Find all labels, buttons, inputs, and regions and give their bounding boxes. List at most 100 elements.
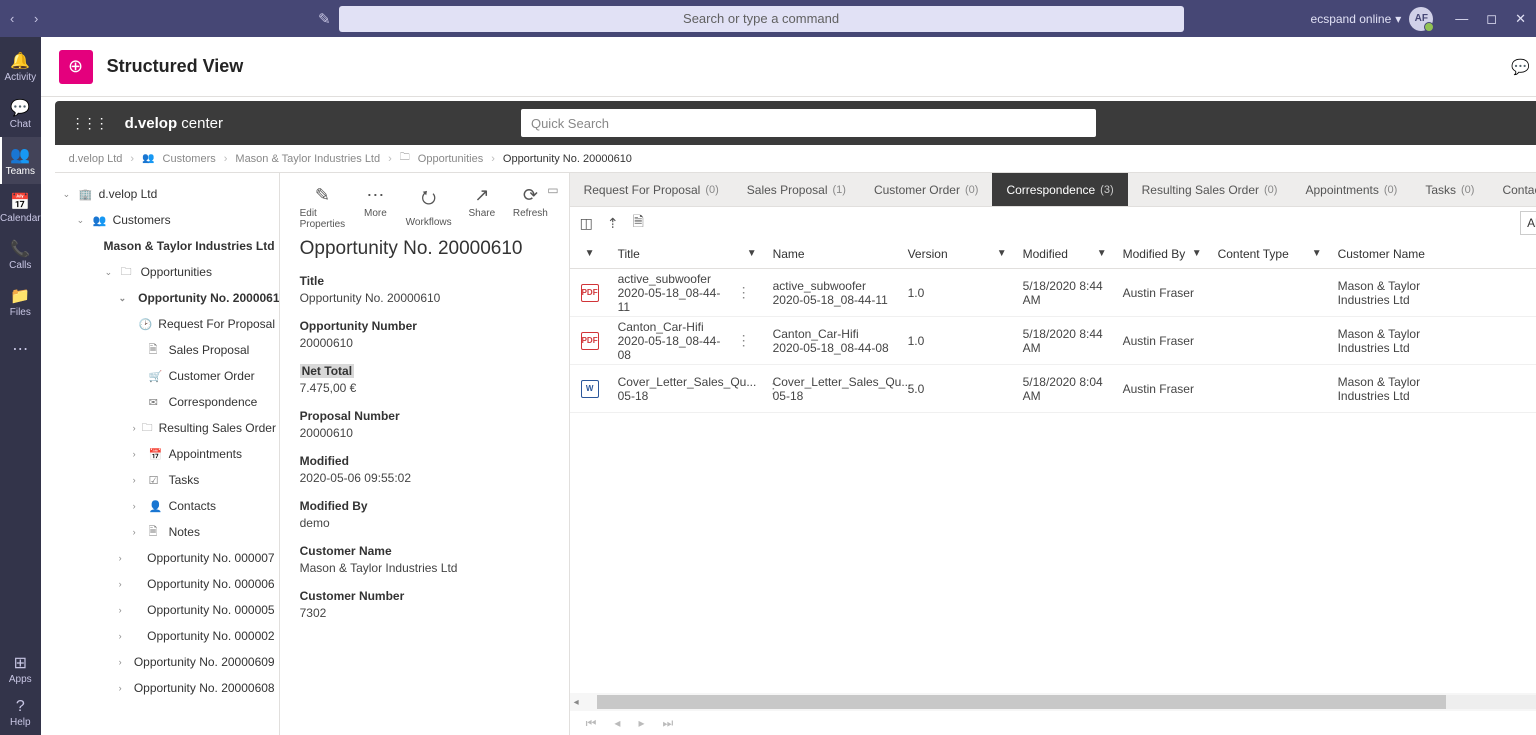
rail-item-apps[interactable]: ⊞Apps (9, 647, 32, 691)
pdf-icon: PDF (581, 284, 599, 302)
col-name[interactable]: Name (773, 247, 805, 261)
tree-node[interactable]: ⌄🏢d.velop Ltd (59, 181, 275, 207)
filter-icon[interactable]: ▼ (747, 248, 757, 259)
tree-node[interactable]: ›🗀Resulting Sales Order (59, 415, 275, 441)
tree-node[interactable]: ›Opportunity No. 20000608 (59, 675, 275, 701)
tree-node[interactable]: ›Opportunity No. 000002 (59, 623, 275, 649)
close-icon[interactable]: ✕ (1515, 11, 1526, 27)
rail-item-teams[interactable]: 👥Teams (0, 137, 41, 184)
col-modified[interactable]: Modified (1023, 247, 1068, 261)
col-version[interactable]: Version (908, 247, 948, 261)
property-field: Modified Bydemo (300, 499, 549, 530)
dvelop-search[interactable]: Quick Search (521, 109, 1096, 137)
chevron-down-icon: ▾ (1395, 12, 1401, 26)
tool-edit-properties[interactable]: ✎Edit Properties (300, 185, 346, 230)
pager-prev-icon[interactable]: ◂ (614, 716, 620, 730)
tree-node[interactable]: ⌄👥Customers (59, 207, 275, 233)
tree-node[interactable]: ›🗎Notes (59, 519, 275, 545)
rail-item-chat[interactable]: 💬Chat (0, 90, 41, 137)
breadcrumb-item[interactable]: Customers (163, 153, 216, 165)
filter-icon[interactable]: ▼ (1312, 248, 1322, 259)
tree-node[interactable]: ✉Correspondence (59, 389, 275, 415)
breadcrumb-item[interactable]: d.velop Ltd (69, 153, 123, 165)
rail-item-files[interactable]: 📁Files (0, 278, 41, 325)
pager-last-icon[interactable]: ⏭ (662, 716, 673, 731)
tree-node[interactable]: ›Opportunity No. 000005 (59, 597, 275, 623)
property-field: Opportunity Number20000610 (300, 319, 549, 350)
pivot-tabs: Request For Proposal (0)Sales Proposal (… (570, 173, 1536, 207)
horizontal-scrollbar[interactable]: ◂ ▸ (570, 693, 1536, 711)
pager-first-icon[interactable]: ⏮ (586, 716, 597, 731)
filter-icon[interactable]: ▼ (997, 248, 1007, 259)
compose-icon[interactable]: ✎ (318, 10, 331, 28)
profile-avatar[interactable]: AF (1409, 7, 1433, 31)
tree-node[interactable]: 🛒Customer Order (59, 363, 275, 389)
tree-node[interactable]: 🕑Request For Proposal (59, 311, 275, 337)
table-row[interactable]: WCover_Letter_Sales_Qu... 05-18⋮Cover_Le… (570, 365, 1536, 413)
pivot-tab[interactable]: Appointments (0) (1291, 173, 1411, 206)
pager-next-icon[interactable]: ▸ (638, 716, 644, 730)
col-customer[interactable]: Customer Name (1338, 247, 1425, 261)
minimize-icon[interactable]: — (1455, 11, 1468, 27)
tree-node[interactable]: ›👤Contacts (59, 493, 275, 519)
app-tab-icon: ⊕ (59, 50, 93, 84)
filter-icon[interactable]: ▼ (1097, 248, 1107, 259)
pivot-tab[interactable]: Request For Proposal (0) (570, 173, 733, 206)
pivot-tab[interactable]: Resulting Sales Order (0) (1128, 173, 1292, 206)
table-row[interactable]: PDFactive_subwoofer 2020-05-18_08-44-11⋮… (570, 269, 1536, 317)
row-more-icon[interactable]: ⋮ (731, 332, 757, 349)
tree-node[interactable]: ⌄Opportunity No. 20000610 (59, 285, 275, 311)
maximize-icon[interactable]: ◻ (1486, 11, 1497, 27)
property-field: Modified2020-05-06 09:55:02 (300, 454, 549, 485)
col-title[interactable]: Title (618, 247, 640, 261)
pivot-tab[interactable]: Customer Order (0) (860, 173, 992, 206)
tool-workflows[interactable]: ⭮Workflows (406, 185, 452, 230)
rail-item-activity[interactable]: 🔔Activity (0, 43, 41, 90)
tree-node[interactable]: ⌄🗀Opportunities (59, 259, 275, 285)
properties-panel: ▭ ✎Edit Properties ⋯More ⭮Workflows ↗Share ⟳… (280, 173, 570, 735)
property-field: Proposal Number20000610 (300, 409, 549, 440)
tree-node[interactable]: ›☑Tasks (59, 467, 275, 493)
tree-node[interactable]: Mason & Taylor Industries Ltd (59, 233, 275, 259)
pivot-tab[interactable]: Correspondence (3) (992, 173, 1127, 206)
tree-node[interactable]: 🗎Sales Proposal (59, 337, 275, 363)
breadcrumb-item[interactable]: Opportunities (418, 153, 483, 165)
tool-refresh[interactable]: ⟳Refresh (512, 185, 549, 230)
upload-icon[interactable]: ⇡ (607, 215, 619, 232)
waffle-icon[interactable]: ⋮⋮⋮ (71, 115, 107, 132)
filter-icon[interactable]: ▼ (585, 248, 595, 259)
grid: ▼ Title ▼ Name Version ▼ Modified ▼ Modifie… (570, 239, 1536, 693)
view-select[interactable]: All Documents ▾ (1520, 211, 1536, 235)
tree-node[interactable]: ›Opportunity No. 000006 (59, 571, 275, 597)
table-row[interactable]: PDFCanton_Car-Hifi 2020-05-18_08-44-08⋮C… (570, 317, 1536, 365)
filter-icon[interactable]: ▼ (1192, 248, 1202, 259)
rail-item-help[interactable]: ?Help (9, 691, 32, 735)
dvelop-brand: d.velop center (125, 115, 223, 132)
forward-icon[interactable]: › (34, 11, 50, 26)
pivot-tab[interactable]: Tasks (0) (1411, 173, 1488, 206)
rail-item-more[interactable]: ⋯ (0, 325, 41, 372)
tool-more[interactable]: ⋯More (357, 185, 394, 230)
back-icon[interactable]: ‹ (10, 11, 26, 26)
tree-node[interactable]: ›📅Appointments (59, 441, 275, 467)
tenant-status[interactable]: ecspand online ▾ (1311, 12, 1402, 26)
tree-node[interactable]: ›Opportunity No. 000007 (59, 545, 275, 571)
row-more-icon[interactable]: ⋮ (731, 284, 757, 301)
pivot-tab[interactable]: Sales Proposal (1) (733, 173, 860, 206)
id-card-icon[interactable]: ▭ (547, 183, 558, 197)
rail-item-calendar[interactable]: 📅Calendar (0, 184, 41, 231)
rail-icon: 💬 (10, 98, 30, 118)
col-modified-by[interactable]: Modified By (1123, 247, 1186, 261)
property-field: Customer Number7302 (300, 589, 549, 620)
pager: ⏮ ◂ ▸ ⏭ (570, 711, 1536, 735)
pivot-tab[interactable]: Contacts (0) (1488, 173, 1536, 206)
tool-share[interactable]: ↗Share (464, 185, 501, 230)
breadcrumb-item[interactable]: Mason & Taylor Industries Ltd (235, 153, 380, 165)
new-doc-icon[interactable]: 🗎 (633, 211, 644, 235)
tree-node[interactable]: ›Opportunity No. 20000609 (59, 649, 275, 675)
global-search[interactable]: Search or type a command (339, 6, 1184, 32)
rail-item-calls[interactable]: 📞Calls (0, 231, 41, 278)
chat-icon[interactable]: 💬 (1511, 58, 1530, 76)
col-content-type[interactable]: Content Type (1218, 247, 1289, 261)
panel-toggle-icon[interactable]: ◫ (580, 215, 593, 232)
